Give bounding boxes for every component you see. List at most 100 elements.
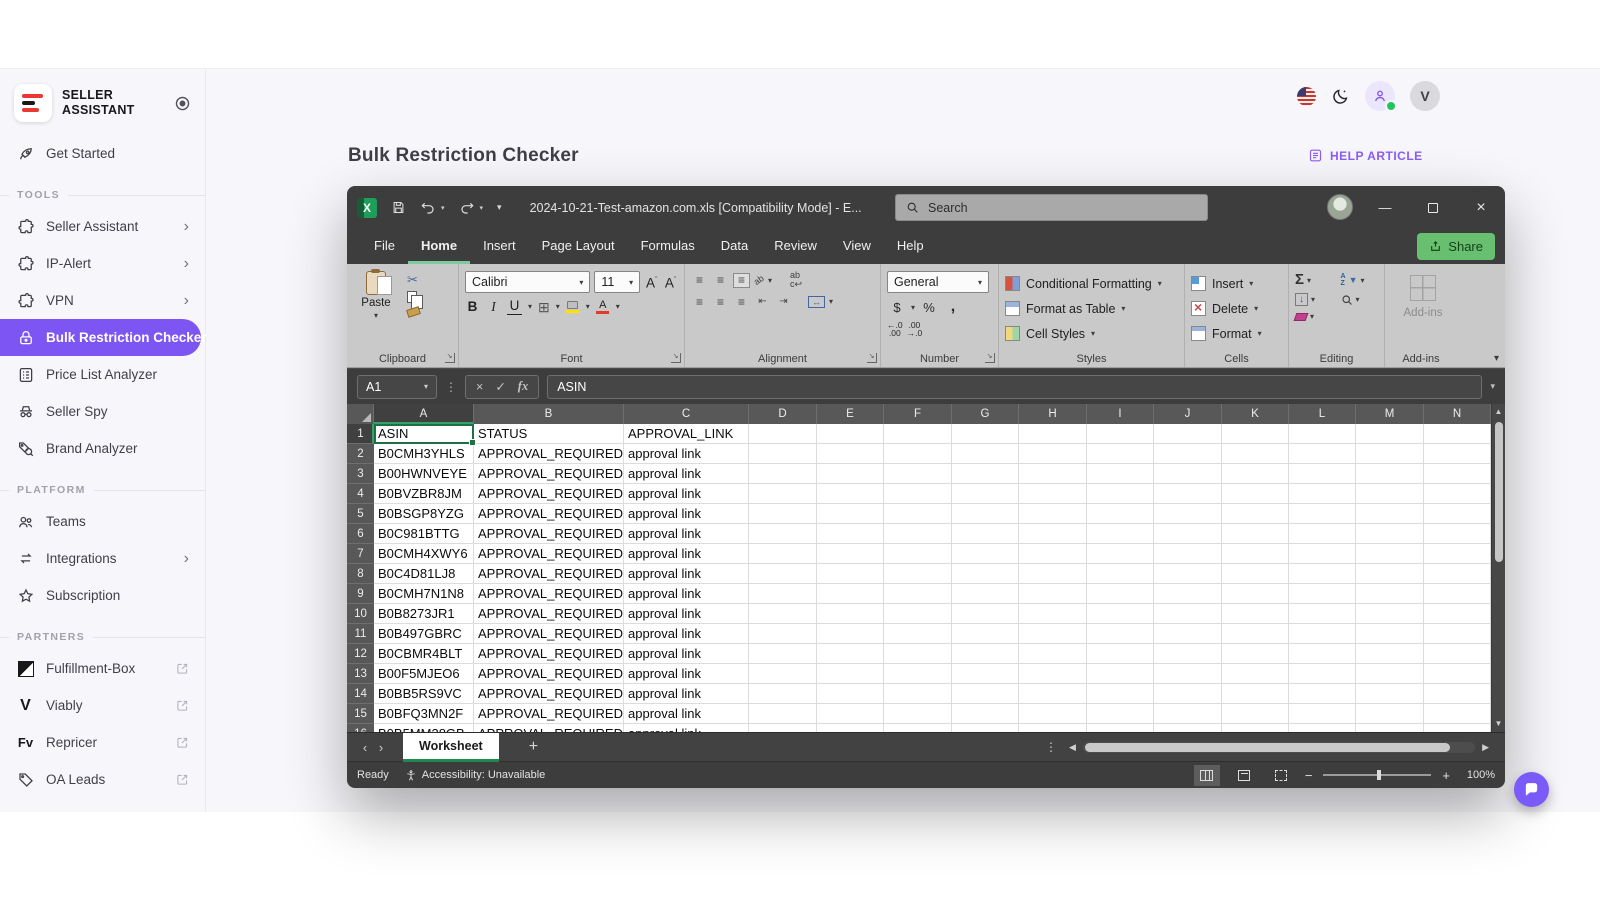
formula-input[interactable]: ASIN (547, 375, 1482, 399)
cell-E8[interactable] (817, 564, 884, 584)
cell-C9[interactable]: approval link (624, 584, 749, 604)
cell-M10[interactable] (1356, 604, 1424, 624)
row-header-1[interactable]: 1 (347, 424, 374, 444)
cell-J14[interactable] (1154, 684, 1222, 704)
ribbon-tab-page-layout[interactable]: Page Layout (529, 231, 628, 264)
sort-filter-icon[interactable]: AZ▼▾ (1341, 273, 1379, 287)
row-header-11[interactable]: 11 (347, 624, 374, 644)
row-header-15[interactable]: 15 (347, 704, 374, 724)
sidebar-item-bulk-restriction-checker[interactable]: Bulk Restriction Checker (0, 319, 201, 356)
cell-K12[interactable] (1222, 644, 1289, 664)
close-button[interactable]: × (1457, 186, 1505, 229)
cell-A15[interactable]: B0BFQ3MN2F (374, 704, 474, 724)
sheet-options-icon[interactable]: ⋮ (1045, 740, 1057, 754)
fill-down-icon[interactable]: ↓▾ (1295, 293, 1329, 306)
row-header-2[interactable]: 2 (347, 444, 374, 464)
row-header-16[interactable]: 16 (347, 724, 374, 732)
sidebar-collapse-icon[interactable] (174, 95, 191, 112)
underline-button[interactable]: U (507, 298, 522, 315)
scroll-down-icon[interactable]: ▼ (1495, 719, 1503, 729)
cell-A2[interactable]: B0CMH3YHLS (374, 444, 474, 464)
cell-D10[interactable] (749, 604, 817, 624)
cell-E10[interactable] (817, 604, 884, 624)
cell-I8[interactable] (1087, 564, 1154, 584)
cell-L13[interactable] (1289, 664, 1356, 684)
cell-H2[interactable] (1019, 444, 1087, 464)
cell-G8[interactable] (952, 564, 1019, 584)
paste-button[interactable]: Paste ▾ (353, 271, 399, 320)
horizontal-scrollbar[interactable]: ◀ ▶ (1069, 740, 1489, 755)
format-cells-button[interactable]: Format▾ (1191, 321, 1282, 346)
cell-A8[interactable]: B0C4D81LJ8 (374, 564, 474, 584)
next-sheet-icon[interactable]: › (373, 740, 389, 755)
cell-E6[interactable] (817, 524, 884, 544)
cell-D13[interactable] (749, 664, 817, 684)
cell-B7[interactable]: APPROVAL_REQUIRED (474, 544, 624, 564)
cell-M7[interactable] (1356, 544, 1424, 564)
ribbon-tab-formulas[interactable]: Formulas (628, 231, 708, 264)
cell-B4[interactable]: APPROVAL_REQUIRED (474, 484, 624, 504)
grow-font-icon[interactable]: Aˆ (644, 273, 659, 292)
cell-L14[interactable] (1289, 684, 1356, 704)
font-size-dropdown[interactable]: 11▾ (594, 271, 640, 293)
row-header-4[interactable]: 4 (347, 484, 374, 504)
cell-K9[interactable] (1222, 584, 1289, 604)
cell-J15[interactable] (1154, 704, 1222, 724)
cell-E16[interactable] (817, 724, 884, 732)
format-as-table-button[interactable]: Format as Table▾ (1005, 296, 1178, 321)
cell-A6[interactable]: B0C981BTTG (374, 524, 474, 544)
sidebar-item-viably[interactable]: VViably (0, 687, 205, 724)
cell-E11[interactable] (817, 624, 884, 644)
cell-B14[interactable]: APPROVAL_REQUIRED (474, 684, 624, 704)
sidebar-item-price-list-analyzer[interactable]: Price List Analyzer (0, 356, 205, 393)
align-center-icon[interactable]: ≡ (712, 294, 729, 309)
office-account-avatar[interactable] (1327, 194, 1353, 220)
cell-D12[interactable] (749, 644, 817, 664)
cell-F14[interactable] (884, 684, 952, 704)
cell-B5[interactable]: APPROVAL_REQUIRED (474, 504, 624, 524)
delete-cells-button[interactable]: Delete▾ (1191, 296, 1282, 321)
search-input[interactable]: Search (895, 194, 1208, 221)
column-header-i[interactable]: I (1087, 404, 1154, 424)
cell-C16[interactable]: approval link (624, 724, 749, 732)
ribbon-tab-review[interactable]: Review (761, 231, 830, 264)
cell-M1[interactable] (1356, 424, 1424, 444)
cell-J7[interactable] (1154, 544, 1222, 564)
sidebar-item-oa-leads[interactable]: OA Leads (0, 761, 205, 798)
cell-F15[interactable] (884, 704, 952, 724)
cell-N11[interactable] (1424, 624, 1491, 644)
row-header-7[interactable]: 7 (347, 544, 374, 564)
cell-A14[interactable]: B0BB5RS9VC (374, 684, 474, 704)
cell-C11[interactable]: approval link (624, 624, 749, 644)
middle-align-icon[interactable]: ≡ (712, 273, 729, 288)
sidebar-item-get-started[interactable]: Get Started (0, 135, 205, 172)
zoom-level[interactable]: 100% (1461, 769, 1495, 781)
vertical-scrollbar[interactable]: ▲ ▼ (1491, 404, 1505, 732)
cell-I7[interactable] (1087, 544, 1154, 564)
cell-I3[interactable] (1087, 464, 1154, 484)
cell-F4[interactable] (884, 484, 952, 504)
cell-K2[interactable] (1222, 444, 1289, 464)
cell-E12[interactable] (817, 644, 884, 664)
sidebar-item-brand-analyzer[interactable]: Brand Analyzer (0, 430, 205, 467)
cell-A13[interactable]: B00F5MJEO6 (374, 664, 474, 684)
cell-D14[interactable] (749, 684, 817, 704)
cell-B12[interactable]: APPROVAL_REQUIRED (474, 644, 624, 664)
cell-H7[interactable] (1019, 544, 1087, 564)
cut-icon[interactable]: ✂ (407, 274, 420, 286)
zoom-slider-thumb[interactable] (1377, 770, 1381, 780)
column-header-b[interactable]: B (474, 404, 624, 424)
cell-B8[interactable]: APPROVAL_REQUIRED (474, 564, 624, 584)
cell-L7[interactable] (1289, 544, 1356, 564)
insert-function-icon[interactable]: fx (518, 379, 528, 394)
cell-G2[interactable] (952, 444, 1019, 464)
cell-K11[interactable] (1222, 624, 1289, 644)
cell-B3[interactable]: APPROVAL_REQUIRED (474, 464, 624, 484)
column-header-f[interactable]: F (884, 404, 952, 424)
accessibility-status[interactable]: Accessibility: Unavailable (405, 769, 546, 782)
cell-F6[interactable] (884, 524, 952, 544)
cell-D5[interactable] (749, 504, 817, 524)
cell-G13[interactable] (952, 664, 1019, 684)
scroll-up-icon[interactable]: ▲ (1495, 407, 1503, 417)
decrease-indent-icon[interactable]: ⇤ (754, 294, 771, 309)
